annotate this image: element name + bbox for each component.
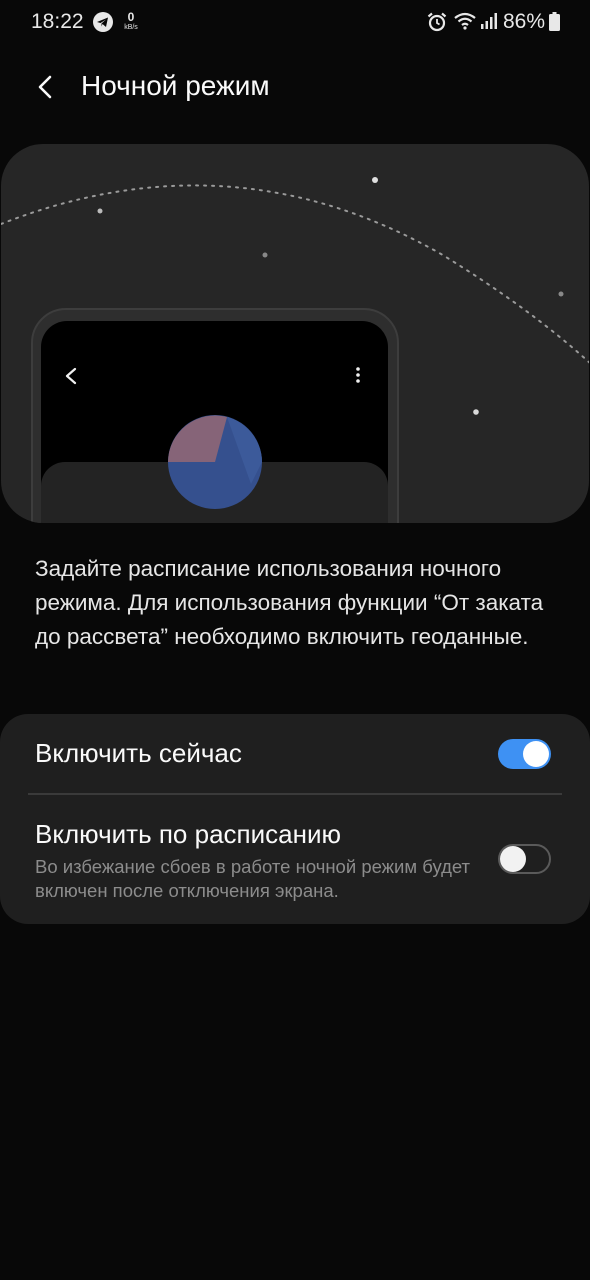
signal-icon [481,13,497,29]
page-title: Ночной режим [81,70,270,101]
star [473,409,479,415]
network-speed-value: 0 [127,10,135,24]
switch-knob [523,741,549,767]
network-speed-unit: kB/s [124,24,138,31]
star [262,252,268,258]
status-bar: 18:22 0 kB/s 86% [0,0,590,46]
turn-on-now-switch[interactable] [498,739,551,769]
scheduled-subtitle: Во избежание сбоев в работе ночной режим… [35,856,471,901]
telegram-icon [93,12,113,32]
battery-percent: 86% [503,10,546,33]
star [558,291,564,297]
wifi-icon [454,12,476,30]
description-text: Задайте расписание использования ночного… [35,556,544,649]
scheduled-label: Включить по расписанию [35,819,341,849]
night-mode-illustration [1,144,589,523]
scheduled-row[interactable]: Включить по расписанию Во избежание сбое… [0,795,590,924]
battery-icon [549,12,560,31]
turn-on-now-label: Включить сейчас [35,738,242,768]
alarm-icon [427,12,447,32]
turn-on-now-row[interactable]: Включить сейчас [0,714,590,794]
switch-knob [500,846,526,872]
settings-card: Включить сейчас Включить по расписанию В… [0,714,590,924]
star [372,177,378,183]
status-time: 18:22 [31,10,84,33]
night-sky-illustration [1,177,589,523]
back-button[interactable] [22,64,68,110]
scheduled-switch[interactable] [498,844,551,874]
more-vertical-icon [356,367,360,371]
network-speed: 0 kB/s [120,11,142,31]
chevron-left-icon [38,75,52,99]
moon-icon [415,204,502,296]
star [97,208,103,214]
